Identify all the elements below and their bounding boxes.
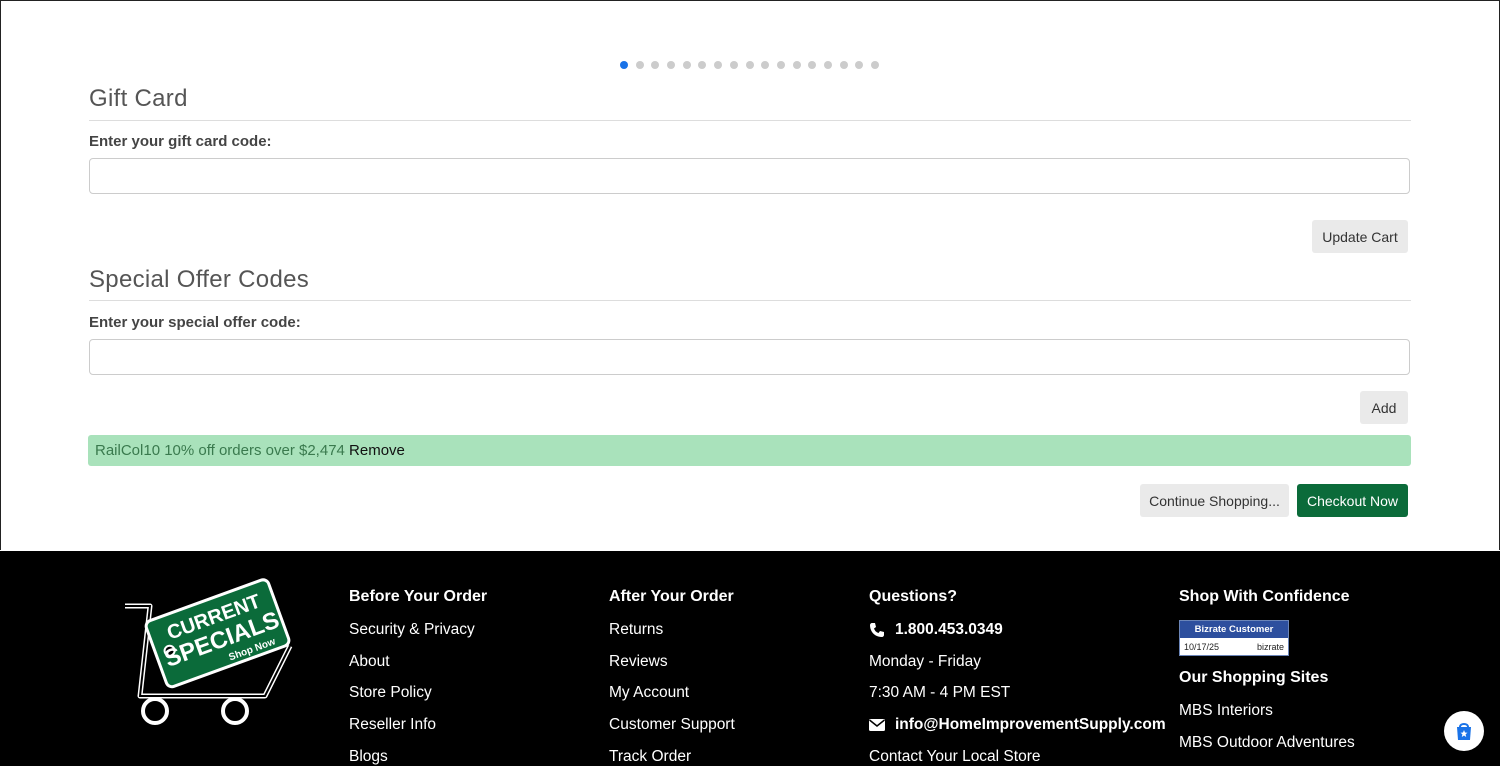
gift-card-divider — [89, 120, 1411, 121]
link-blogs[interactable]: Blogs — [349, 747, 487, 766]
add-offer-button[interactable]: Add — [1360, 391, 1408, 424]
carousel-dot[interactable] — [761, 61, 770, 69]
support-days: Monday - Friday — [869, 652, 981, 670]
phone-link[interactable]: 1.800.453.0349 — [869, 620, 1166, 640]
window-border-left — [0, 0, 1, 550]
carousel-dot[interactable] — [871, 61, 879, 69]
carousel-dots — [620, 61, 879, 69]
carousel-dot[interactable] — [808, 61, 817, 69]
link-security-privacy[interactable]: Security & Privacy — [349, 620, 487, 640]
gift-card-title: Gift Card — [89, 85, 188, 112]
link-reviews[interactable]: Reviews — [609, 652, 735, 672]
after-heading: After Your Order — [609, 588, 734, 605]
applied-promo-banner: RailCol10 10% off orders over $2,474 Rem… — [88, 435, 1411, 466]
checkout-now-button[interactable]: Checkout Now — [1297, 484, 1408, 517]
link-my-account[interactable]: My Account — [609, 683, 735, 703]
carousel-dot[interactable] — [792, 61, 801, 69]
carousel-dot[interactable] — [714, 61, 723, 69]
link-store-policy[interactable]: Store Policy — [349, 683, 487, 703]
link-mbs-outdoor[interactable]: MBS Outdoor Adventures — [1179, 733, 1355, 753]
bizrate-badge[interactable]: Bizrate Customer Certified 10/17/25 bizr… — [1179, 620, 1289, 656]
shopping-bag-icon — [1457, 723, 1471, 740]
update-cart-button[interactable]: Update Cart — [1312, 220, 1408, 253]
carousel-dot[interactable] — [855, 61, 864, 69]
bizrate-date: 10/17/25 — [1184, 641, 1220, 652]
carousel-dot[interactable] — [620, 61, 628, 69]
carousel-dot[interactable] — [776, 61, 785, 69]
questions-heading: Questions? — [869, 588, 958, 605]
special-offer-title: Special Offer Codes — [89, 266, 310, 293]
envelope-icon — [869, 719, 885, 732]
link-local-store[interactable]: Contact Your Local Store — [869, 747, 1166, 766]
current-specials-logo[interactable]: CURRENT SPECIALS Shop Now — [115, 576, 295, 731]
footer-before-column: Before Your Order Security & Privacy Abo… — [349, 587, 487, 766]
phone-icon — [870, 623, 884, 637]
shopping-cart-icon: CURRENT SPECIALS Shop Now — [125, 578, 293, 725]
carousel-dot[interactable] — [839, 61, 848, 69]
carousel-dot[interactable] — [729, 61, 738, 69]
remove-promo-link[interactable]: Remove — [349, 442, 405, 459]
link-track-order[interactable]: Track Order — [609, 747, 735, 766]
carousel-dot[interactable] — [635, 61, 644, 69]
email-link[interactable]: info@HomeImprovementSupply.com — [869, 715, 1166, 735]
footer-confidence-column: Shop With Confidence Bizrate Customer Ce… — [1179, 587, 1355, 764]
confidence-heading: Shop With Confidence — [1179, 588, 1350, 605]
carousel-dot[interactable] — [823, 61, 832, 69]
bizrate-brand: bizrate — [1256, 641, 1284, 652]
email-address: info@HomeImprovementSupply.com — [895, 716, 1166, 734]
site-footer: CURRENT SPECIALS Shop Now Before Your Or… — [0, 551, 1500, 766]
special-offer-input[interactable] — [89, 339, 1410, 375]
special-offer-divider — [89, 300, 1411, 301]
link-returns[interactable]: Returns — [609, 620, 735, 640]
bizrate-title: Bizrate Customer Certified — [1180, 621, 1288, 652]
before-heading: Before Your Order — [349, 588, 488, 605]
continue-shopping-button[interactable]: Continue Shopping... — [1140, 484, 1289, 517]
link-mbs-interiors[interactable]: MBS Interiors — [1179, 701, 1355, 721]
window-border-top — [0, 0, 1500, 1]
link-reseller-info[interactable]: Reseller Info — [349, 715, 487, 735]
sites-heading: Our Shopping Sites — [1179, 669, 1329, 686]
link-about[interactable]: About — [349, 652, 487, 672]
carousel-dot[interactable] — [667, 61, 676, 69]
link-customer-support[interactable]: Customer Support — [609, 715, 735, 735]
support-hours: 7:30 AM - 4 PM EST — [869, 684, 1011, 702]
footer-questions-column: Questions? 1.800.453.0349 Monday - Frida… — [869, 587, 1166, 766]
carousel-dot[interactable] — [698, 61, 707, 69]
floating-widget-button[interactable] — [1444, 711, 1484, 751]
phone-number: 1.800.453.0349 — [895, 621, 1003, 638]
carousel-dot[interactable] — [651, 61, 660, 69]
gift-card-label: Enter your gift card code: — [89, 133, 272, 150]
footer-after-column: After Your Order Returns Reviews My Acco… — [609, 587, 735, 766]
special-offer-label: Enter your special offer code: — [89, 314, 301, 331]
carousel-dot[interactable] — [682, 61, 691, 69]
gift-card-input[interactable] — [89, 158, 1410, 194]
promo-text: RailCol10 10% off orders over $2,474 — [95, 442, 345, 459]
carousel-dot[interactable] — [745, 61, 754, 69]
